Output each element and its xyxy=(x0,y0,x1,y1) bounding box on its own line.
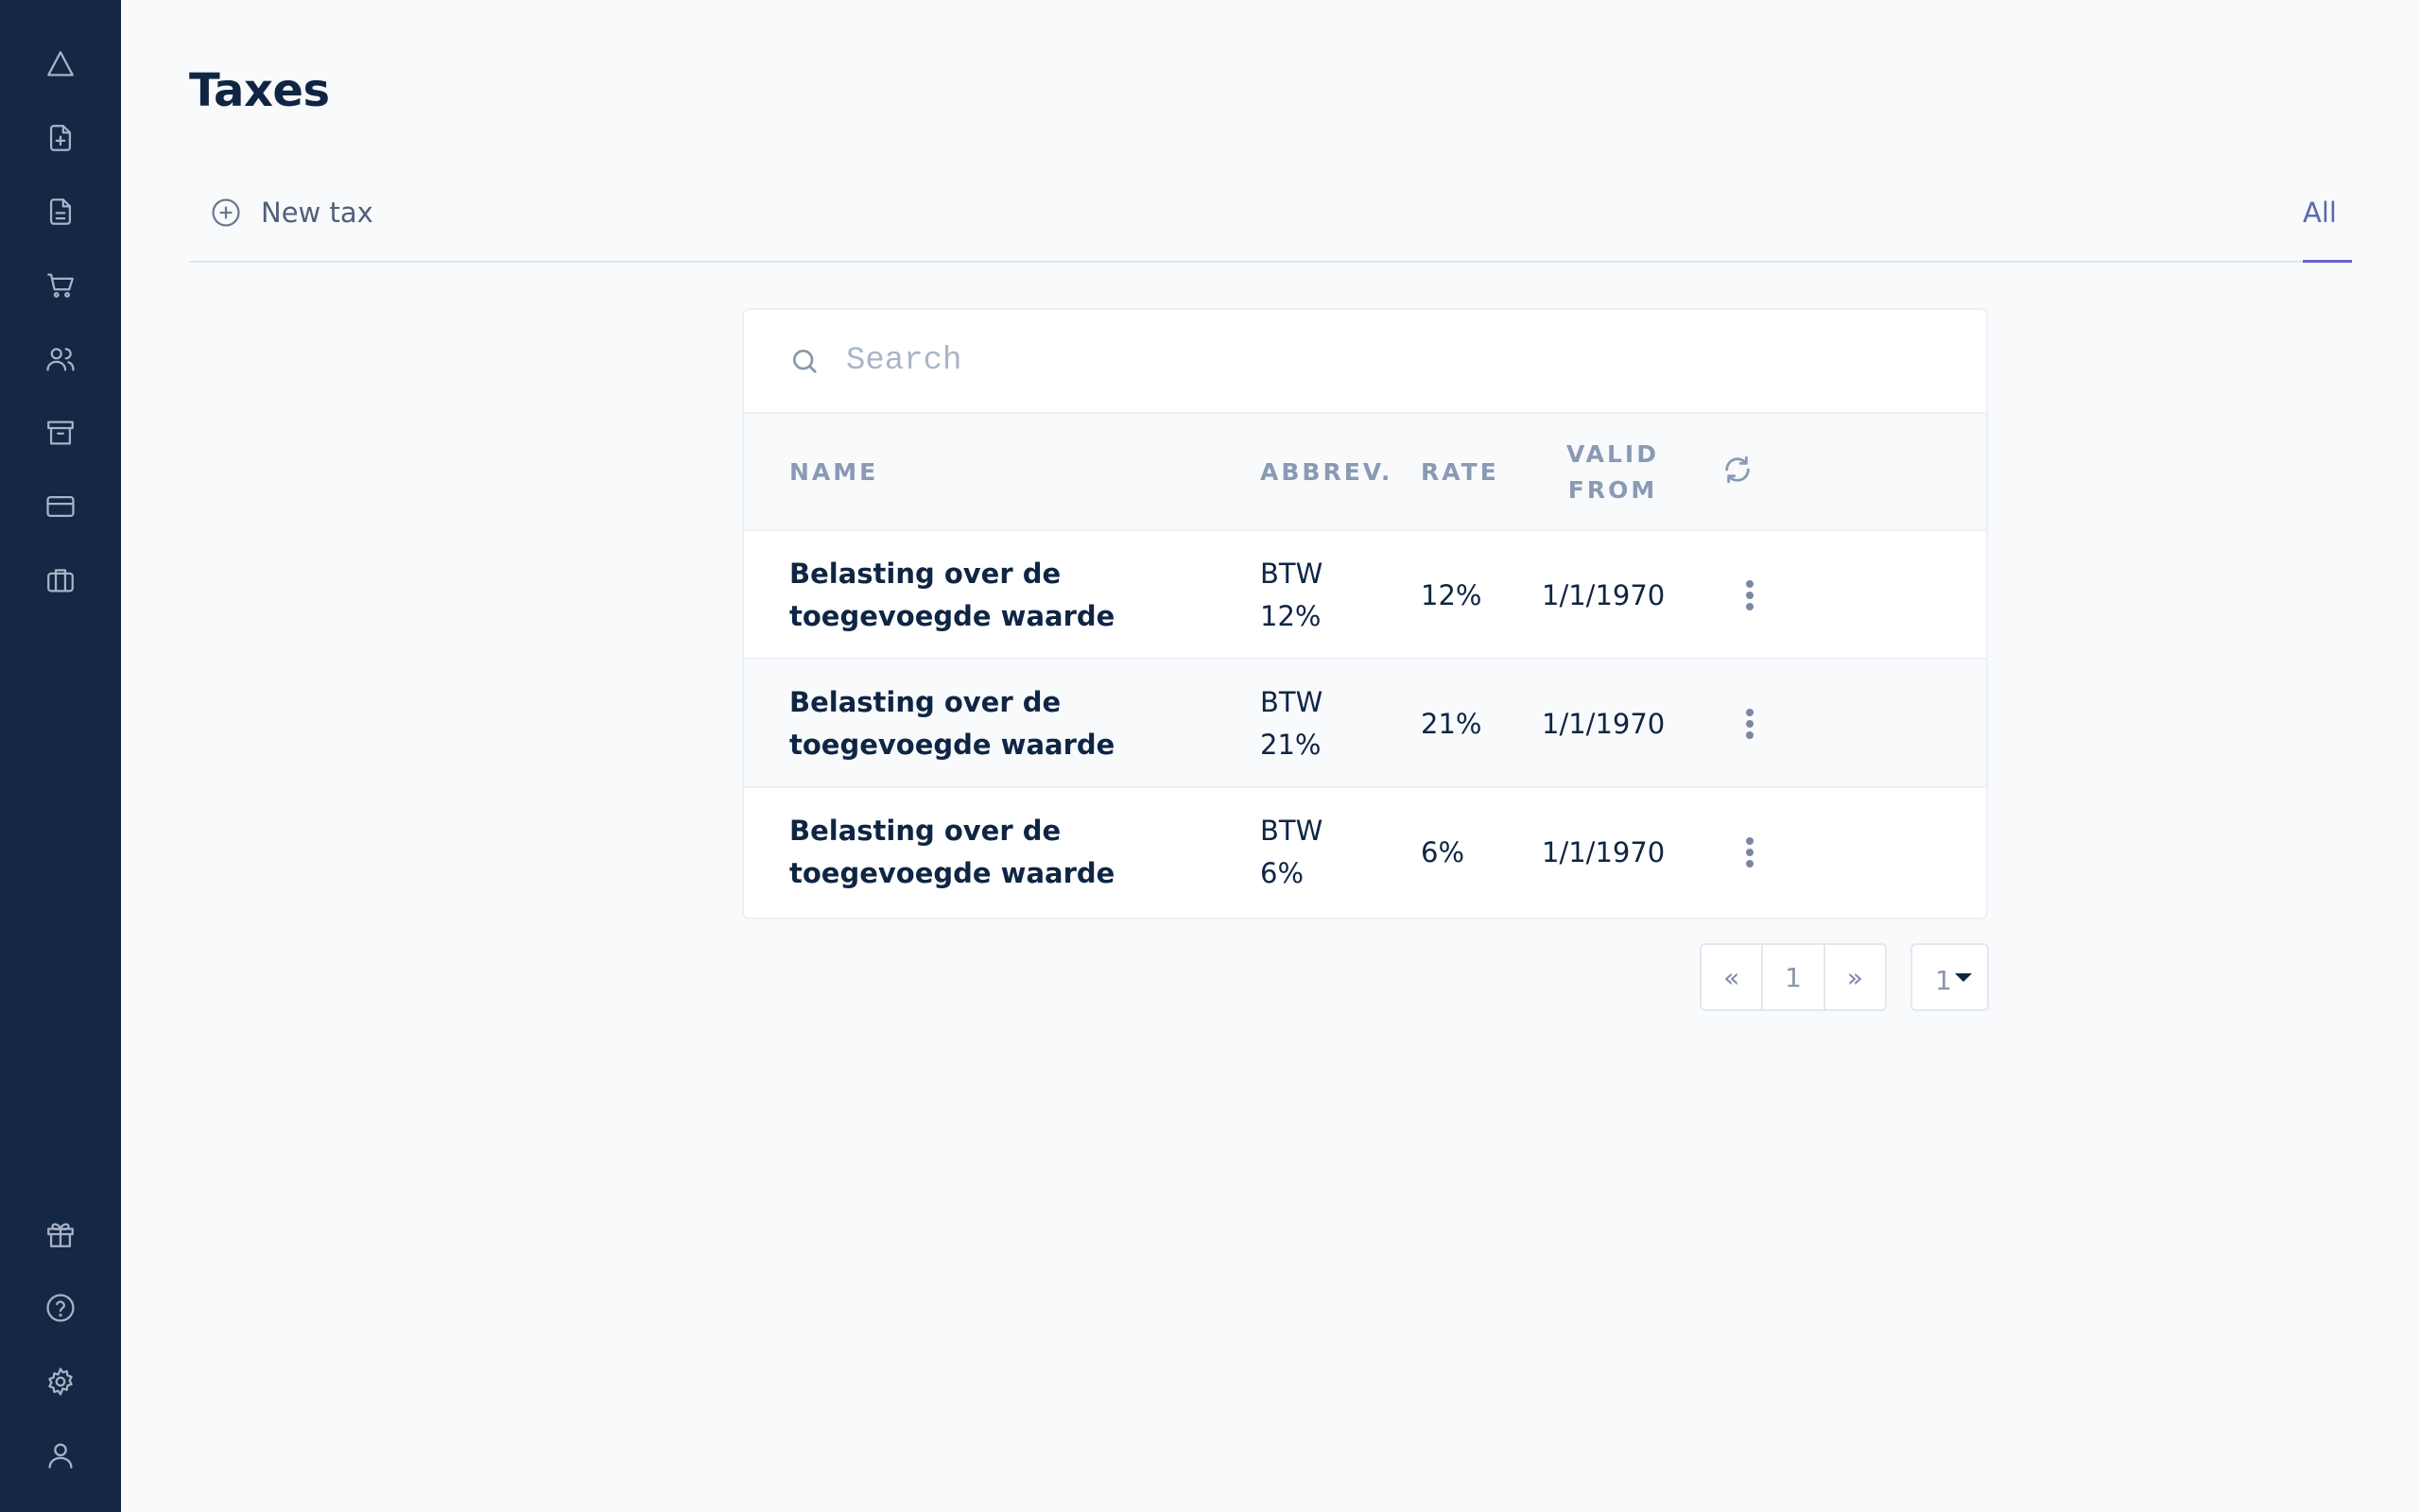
column-header-rate[interactable]: RATE xyxy=(1421,414,1499,531)
user-icon[interactable] xyxy=(38,1433,83,1478)
column-header-name[interactable]: NAME xyxy=(789,414,878,531)
row-abbrev: BTW 21% xyxy=(1260,686,1323,761)
column-header-valid-line2: FROM xyxy=(1567,476,1658,504)
search-bar xyxy=(744,310,1986,414)
toolbar: New tax All xyxy=(189,180,2352,263)
first-page-button[interactable]: « xyxy=(1702,945,1761,1009)
gift-icon[interactable] xyxy=(38,1211,83,1257)
row-actions-menu-icon[interactable] xyxy=(1727,573,1772,618)
last-page-button[interactable]: » xyxy=(1823,945,1885,1009)
row-name: Belasting over de toegevoegde waarde xyxy=(789,686,1115,761)
per-page-select[interactable]: 1 xyxy=(1910,943,1989,1011)
table-row[interactable]: Belasting over de toegevoegde waarde BTW… xyxy=(744,788,1986,917)
row-name: Belasting over de toegevoegde waarde xyxy=(789,558,1115,632)
credit-card-icon[interactable] xyxy=(38,484,83,529)
table-row[interactable]: Belasting over de toegevoegde waarde BTW… xyxy=(744,531,1986,660)
per-page-value: 1 xyxy=(1935,964,1952,996)
new-tax-button[interactable]: New tax xyxy=(210,189,373,236)
row-rate: 21% xyxy=(1421,707,1482,740)
row-abbrev: BTW 6% xyxy=(1260,815,1323,889)
refresh-button[interactable] xyxy=(1721,454,1759,491)
tab-all[interactable]: All xyxy=(2295,189,2344,236)
column-header-valid-line1: VALID xyxy=(1566,440,1659,468)
file-icon[interactable] xyxy=(38,189,83,234)
page-title: Taxes xyxy=(189,64,330,117)
file-plus-icon[interactable] xyxy=(38,115,83,161)
plus-circle-icon xyxy=(212,198,240,227)
shopping-cart-icon[interactable] xyxy=(38,263,83,308)
column-header-abbrev[interactable]: ABBREV. xyxy=(1260,414,1392,531)
row-rate: 6% xyxy=(1421,835,1465,868)
taxes-table-card: NAME ABBREV. RATE VALID FROM Belasting ov… xyxy=(742,308,1988,919)
table-row[interactable]: Belasting over de toegevoegde waarde BTW… xyxy=(744,660,1986,788)
briefcase-icon[interactable] xyxy=(38,558,83,603)
triangle-logo-icon[interactable] xyxy=(38,42,83,87)
current-page-button[interactable]: 1 xyxy=(1761,945,1823,1009)
row-rate: 12% xyxy=(1421,578,1482,611)
row-valid-from: 1/1/1970 xyxy=(1542,835,1666,868)
users-icon[interactable] xyxy=(38,336,83,382)
new-tax-label: New tax xyxy=(261,197,373,229)
caret-down-icon xyxy=(1955,973,1972,982)
search-input[interactable] xyxy=(846,333,1886,389)
pagination: « 1 » xyxy=(1700,943,1887,1011)
row-actions-menu-icon[interactable] xyxy=(1727,830,1772,875)
row-valid-from: 1/1/1970 xyxy=(1542,707,1666,740)
tab-active-indicator xyxy=(2303,260,2352,263)
sidebar xyxy=(0,0,121,1512)
main-content: Taxes New tax All NAME ABBREV. RATE VALI… xyxy=(189,0,2352,1512)
row-valid-from: 1/1/1970 xyxy=(1542,578,1666,611)
tab-all-label: All xyxy=(2303,197,2337,229)
search-icon xyxy=(793,350,817,373)
row-actions-menu-icon[interactable] xyxy=(1727,701,1772,747)
refresh-icon xyxy=(1725,455,1750,484)
row-name: Belasting over de toegevoegde waarde xyxy=(789,815,1115,889)
settings-gear-icon[interactable] xyxy=(38,1359,83,1404)
column-header-valid-from[interactable]: VALID FROM xyxy=(1556,414,1669,531)
archive-icon[interactable] xyxy=(38,410,83,455)
table-header: NAME ABBREV. RATE VALID FROM xyxy=(744,414,1986,531)
row-abbrev: BTW 12% xyxy=(1260,558,1323,632)
help-circle-icon[interactable] xyxy=(38,1285,83,1331)
